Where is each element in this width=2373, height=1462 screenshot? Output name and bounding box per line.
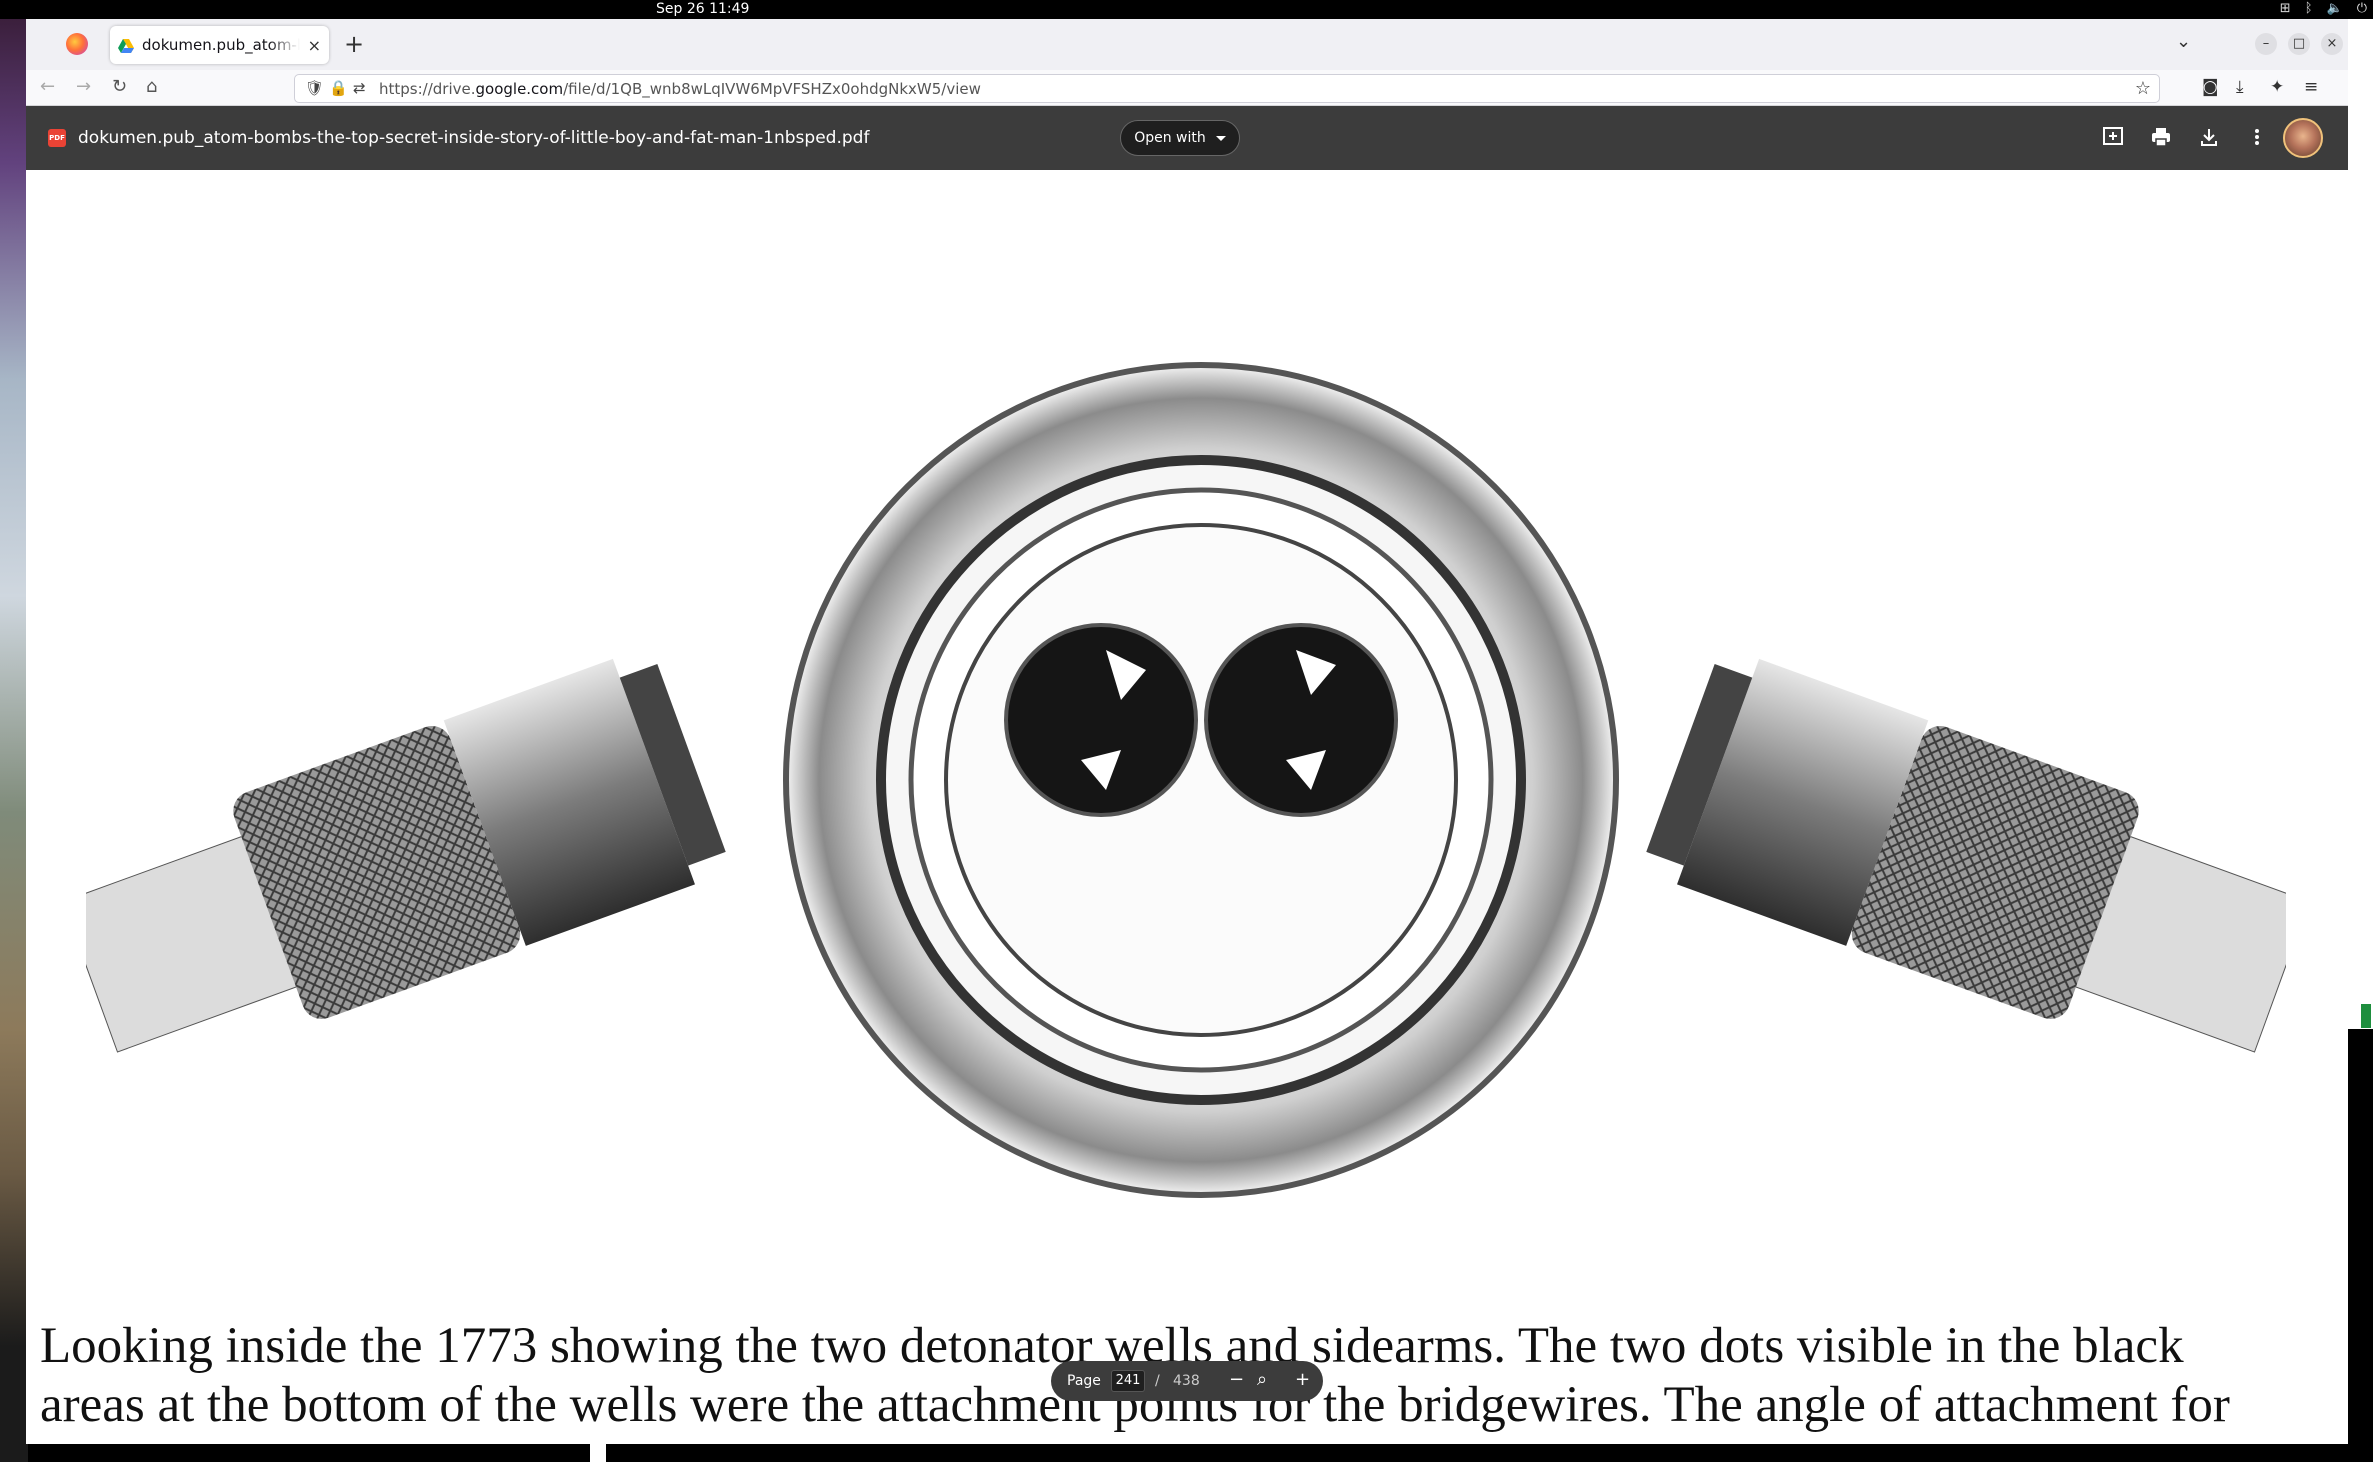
zoom-out-icon[interactable]: −	[1229, 1369, 1244, 1390]
drive-pdf-viewer: PDF dokumen.pub_atom-bombs-the-top-secre…	[26, 106, 2348, 1444]
list-all-tabs-chevron-icon[interactable]: ⌄	[2176, 31, 2191, 52]
firefox-window: dokumen.pub_atom-bom × + ⌄ – □ × ← → ↻ ⌂…	[26, 19, 2348, 1444]
desktop-background-bottom	[590, 1444, 606, 1462]
extensions-icon[interactable]: ✦	[2270, 77, 2284, 97]
permissions-icon[interactable]: ⇄	[353, 79, 366, 97]
zoom-magnifier-icon[interactable]: ⌕	[1257, 1369, 1267, 1390]
forward-arrow-icon[interactable]: →	[76, 76, 91, 97]
download-icon[interactable]	[2198, 126, 2220, 153]
pdf-file-icon: PDF	[48, 129, 66, 147]
background-window-edge	[2361, 1004, 2371, 1028]
page-separator: /	[1155, 1373, 1160, 1389]
detonator-photograph	[86, 362, 2286, 1198]
page-number-input[interactable]: 241	[1111, 1370, 1145, 1392]
reload-icon[interactable]: ↻	[112, 76, 127, 97]
navigation-toolbar: ← → ↻ ⌂ 🛡 🔒 ⇄ https://drive.google.com/f…	[26, 70, 2348, 106]
page-total: 438	[1173, 1373, 1200, 1389]
open-with-label: Open with	[1134, 130, 1206, 146]
more-options-icon[interactable]	[2246, 126, 2268, 153]
downloads-icon[interactable]: ⤓	[2236, 77, 2244, 97]
volume-icon[interactable]: 🔈	[2327, 1, 2343, 16]
firefox-pinned-tab-icon[interactable]	[66, 33, 88, 55]
close-window-icon[interactable]: ×	[2321, 33, 2343, 55]
bookmark-star-icon[interactable]: ☆	[2135, 78, 2151, 99]
tab-title: dokumen.pub_atom-bom	[142, 36, 300, 54]
address-bar[interactable]: 🛡 🔒 ⇄ https://drive.google.com/file/d/1Q…	[294, 74, 2160, 103]
tracking-protection-shield-icon[interactable]: 🛡	[305, 79, 324, 97]
minimize-icon[interactable]: –	[2255, 33, 2277, 55]
viewer-header: PDF dokumen.pub_atom-bombs-the-top-secre…	[26, 106, 2348, 170]
desktop-background-right	[2345, 19, 2373, 1462]
system-tray[interactable]: ⊞ ᛒ 🔈 ⏻	[2280, 1, 2367, 16]
background-window-dark	[2345, 1029, 2373, 1462]
home-icon[interactable]: ⌂	[146, 76, 157, 97]
system-top-bar: Sep 26 11:49 ⊞ ᛒ 🔈 ⏻	[0, 0, 2373, 19]
page-label: Page	[1067, 1373, 1101, 1389]
tab-close-icon[interactable]: ×	[308, 36, 321, 55]
maximize-icon[interactable]: □	[2288, 33, 2310, 55]
lock-icon[interactable]: 🔒	[329, 79, 348, 97]
pocket-icon[interactable]: ◙	[2202, 77, 2219, 97]
file-name: dokumen.pub_atom-bombs-the-top-secret-in…	[78, 128, 870, 148]
power-icon[interactable]: ⏻	[2357, 1, 2367, 16]
page-navigation-control: Page 241 / 438 − ⌕ +	[1051, 1361, 1323, 1401]
system-clock[interactable]: Sep 26 11:49	[656, 1, 749, 17]
google-drive-icon	[118, 38, 134, 53]
new-tab-button[interactable]: +	[344, 30, 364, 58]
tab-bar: dokumen.pub_atom-bom × + ⌄ – □ ×	[26, 19, 2348, 70]
network-icon[interactable]: ⊞	[2280, 1, 2291, 16]
open-with-button[interactable]: Open with	[1120, 120, 1240, 156]
tab-drive-document[interactable]: dokumen.pub_atom-bom ×	[110, 26, 329, 64]
desktop-background-left	[0, 19, 28, 1462]
app-menu-icon[interactable]: ≡	[2304, 77, 2318, 97]
back-arrow-icon[interactable]: ←	[40, 76, 55, 97]
add-comment-icon[interactable]	[2102, 126, 2124, 153]
dropdown-caret-icon	[1215, 135, 1226, 141]
pdf-page[interactable]: Looking inside the 1773 showing the two …	[26, 170, 2348, 1444]
bluetooth-icon[interactable]: ᛒ	[2305, 1, 2313, 16]
zoom-in-icon[interactable]: +	[1295, 1369, 1310, 1390]
print-icon[interactable]	[2150, 126, 2172, 153]
url-text[interactable]: https://drive.google.com/file/d/1QB_wnb8…	[379, 80, 981, 98]
account-avatar[interactable]	[2283, 118, 2323, 158]
